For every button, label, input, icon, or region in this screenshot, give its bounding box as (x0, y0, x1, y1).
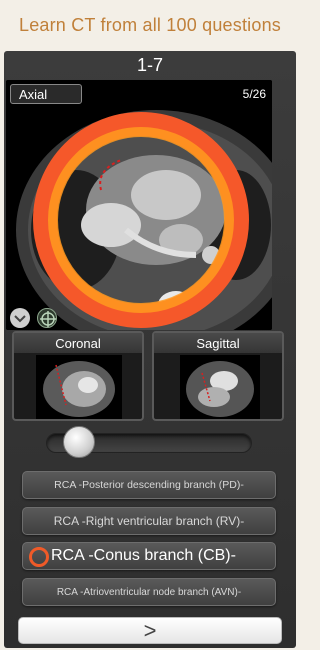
answer-option-1[interactable]: RCA -Posterior descending branch (PD)- (22, 471, 276, 499)
sagittal-ct-image (180, 355, 260, 419)
answer-option-3[interactable]: RCA -Conus branch (CB)- (22, 542, 276, 570)
ct-viewer[interactable]: Axial 5/26 (6, 80, 272, 330)
thumbnail-sagittal[interactable]: Sagittal (152, 331, 284, 421)
thumbnail-label: Sagittal (154, 333, 282, 353)
promo-banner: Learn CT from all 100 questions (18, 14, 281, 35)
next-button[interactable]: > (18, 617, 282, 644)
highlight-ring-icon (29, 547, 49, 567)
answer-label: RCA -Conus branch (CB)- (51, 547, 236, 564)
answer-option-4[interactable]: RCA -Atrioventricular node branch (AVN)- (22, 578, 276, 606)
thumbnail-coronal[interactable]: Coronal (12, 331, 144, 421)
crosshair-icon[interactable] (37, 308, 57, 328)
coronal-ct-image (36, 355, 122, 419)
slice-slider-knob[interactable] (63, 426, 96, 458)
slice-counter: 5/26 (242, 87, 266, 101)
question-number: 1-7 (136, 54, 163, 75)
thumbnail-label: Coronal (14, 333, 142, 353)
chevron-down-icon[interactable] (10, 308, 30, 328)
view-plane-label: Axial (10, 84, 82, 104)
answer-option-2[interactable]: RCA -Right ventricular branch (RV)- (22, 507, 276, 535)
app-screen: 1-7 Axial 5/26 Coronal Sagittal RCA -Pos… (4, 51, 296, 648)
axial-ct-image (6, 80, 272, 330)
